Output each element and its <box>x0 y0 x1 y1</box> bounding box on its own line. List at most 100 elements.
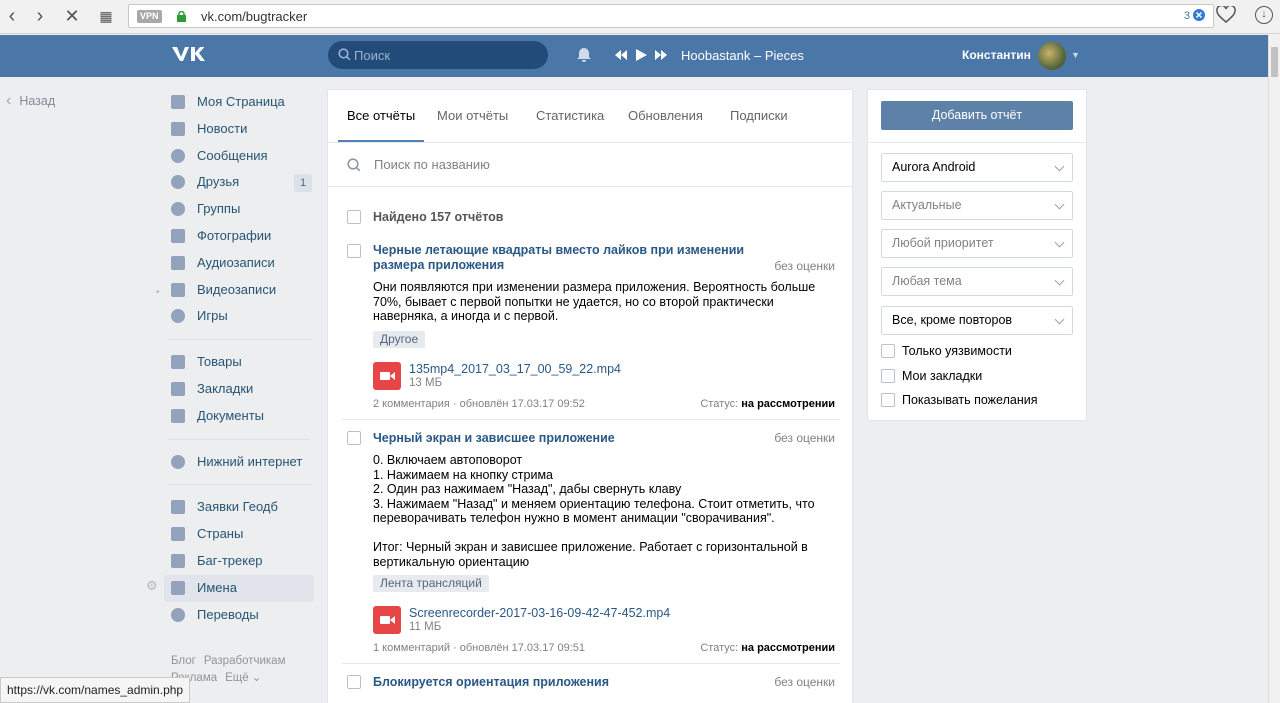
bell-icon[interactable] <box>576 47 592 63</box>
vk-logo-icon[interactable] <box>170 43 206 67</box>
select-all-checkbox[interactable] <box>347 210 361 224</box>
report-checkbox[interactable] <box>347 431 361 445</box>
nav-item-documents[interactable]: Документы <box>164 403 314 430</box>
briefcase-icon <box>171 553 185 568</box>
vpn-badge[interactable]: VPN <box>137 10 162 23</box>
camera-icon <box>171 228 185 243</box>
active-tab-indicator <box>338 140 424 142</box>
nav-item-friends[interactable]: Друзья 1 <box>164 169 314 196</box>
checkbox[interactable] <box>881 343 895 358</box>
report-rating: без оценки <box>774 431 835 445</box>
gear-icon[interactable]: ⚙ <box>146 578 158 594</box>
chevron-down-icon <box>1054 275 1065 286</box>
briefcase-icon <box>171 580 185 595</box>
report-title[interactable]: Черные летающие квадраты вместо лайков п… <box>373 243 793 273</box>
reports-search-input[interactable] <box>374 155 774 173</box>
report-title[interactable]: Черный экран и зависшее приложение <box>373 431 793 446</box>
nav-item-bugtracker[interactable]: Баг-трекер <box>164 548 314 575</box>
footer-link-blog[interactable]: Блог <box>171 655 196 667</box>
header-search-input[interactable] <box>354 46 534 64</box>
comments-link[interactable]: 2 комментария <box>373 398 450 410</box>
nav-item-translations[interactable]: Переводы <box>164 602 314 629</box>
nav-item-groups[interactable]: Группы <box>164 196 314 223</box>
nav-item-market[interactable]: Товары <box>164 349 314 376</box>
report-checkbox[interactable] <box>347 675 361 689</box>
video-file-icon[interactable] <box>373 606 401 634</box>
priority-select[interactable]: Любой приоритет <box>881 229 1073 258</box>
url-text[interactable]: vk.com/bugtracker <box>201 9 307 24</box>
report-title[interactable]: Блокируется ориентация приложения <box>373 675 793 690</box>
nav-item-bookmarks[interactable]: Закладки <box>164 376 314 403</box>
nav-item-countries[interactable]: Страны <box>164 521 314 548</box>
search-icon <box>347 158 361 172</box>
play-icon[interactable] <box>636 49 647 61</box>
footer-link-developers[interactable]: Разработчикам <box>204 655 286 667</box>
nav-item-messages[interactable]: Сообщения <box>164 143 314 170</box>
stop-loading-icon[interactable]: ✕ <box>60 5 84 27</box>
comments-link[interactable]: 1 комментарий <box>373 642 450 654</box>
user-name[interactable]: Константин <box>962 48 1031 62</box>
nav-item-photos[interactable]: Фотографии <box>164 223 314 250</box>
tab-my-reports[interactable]: Мои отчёты <box>437 108 508 123</box>
attachment-name[interactable]: Screenrecorder-2017-03-16-09-42-47-452.m… <box>409 606 670 620</box>
nav-item-video[interactable]: Видеозаписи <box>164 277 314 304</box>
attachment-name[interactable]: 135mp4_2017_03_17_00_59_22.mp4 <box>409 362 621 376</box>
tab-subscriptions[interactable]: Подписки <box>730 108 788 123</box>
forward-arrow-icon[interactable]: › <box>28 5 52 27</box>
nav-item-names[interactable]: Имена <box>164 574 314 602</box>
nav-item-my-page[interactable]: Моя Страница <box>164 89 314 116</box>
header-search[interactable] <box>328 41 548 69</box>
nav-item-games[interactable]: Игры <box>164 303 314 330</box>
document-icon <box>171 408 185 423</box>
vk-header: Hoobastank – Pieces Константин ▼ <box>0 35 1268 77</box>
now-playing-track[interactable]: Hoobastank – Pieces <box>681 48 804 63</box>
address-bar[interactable]: VPN vk.com/bugtracker 3 <box>128 4 1214 28</box>
duplicates-select[interactable]: Все, кроме повторов <box>881 306 1073 335</box>
my-bookmarks-checkbox[interactable]: Мои закладки <box>881 368 982 384</box>
friends-count-badge: 1 <box>294 174 312 193</box>
nav-item-lower-internet[interactable]: Нижний интернет <box>164 449 314 476</box>
nav-item-news[interactable]: Новости <box>164 116 314 143</box>
only-vulnerabilities-checkbox[interactable]: Только уязвимости <box>881 343 1012 359</box>
briefcase-icon <box>171 527 185 542</box>
scrollbar-thumb[interactable] <box>1271 47 1278 77</box>
add-report-button[interactable]: Добавить отчёт <box>881 101 1073 130</box>
report-tag[interactable]: Другое <box>373 331 426 348</box>
report-checkbox[interactable] <box>347 244 361 258</box>
report-meta: 1 комментарий · обновлён 17.03.17 09:51 <box>373 642 586 654</box>
reports-search[interactable] <box>328 143 852 187</box>
checkbox[interactable] <box>881 368 895 383</box>
found-count: Найдено 157 отчётов <box>373 210 504 224</box>
video-file-icon[interactable] <box>373 362 401 390</box>
nav-item-geodb-requests[interactable]: Заявки Геодб <box>164 494 314 521</box>
topic-select[interactable]: Любая тема <box>881 267 1073 296</box>
next-track-icon[interactable] <box>655 50 667 60</box>
avatar[interactable] <box>1038 42 1066 70</box>
report-divider <box>342 663 840 664</box>
product-select[interactable]: Aurora Android <box>881 153 1073 182</box>
chevron-down-icon[interactable]: ▼ <box>1071 50 1080 60</box>
report-rating: без оценки <box>774 675 835 689</box>
nav-item-audio[interactable]: Аудиозаписи <box>164 250 314 277</box>
tab-all-reports[interactable]: Все отчёты <box>347 108 415 123</box>
back-arrow-icon[interactable]: ‹ <box>0 5 24 27</box>
chevron-down-icon <box>1054 237 1065 248</box>
download-icon[interactable]: ↓ <box>1255 6 1273 24</box>
extension-badge[interactable]: 3 <box>1184 9 1205 22</box>
tab-updates[interactable]: Обновления <box>628 108 703 123</box>
tab-statistics[interactable]: Статистика <box>536 108 604 123</box>
page-scrollbar[interactable] <box>1268 35 1280 703</box>
checkbox[interactable] <box>881 392 895 407</box>
chevron-down-icon <box>1054 199 1065 210</box>
updated-date: обновлён 17.03.17 09:52 <box>459 398 585 410</box>
status-select[interactable]: Актуальные <box>881 191 1073 220</box>
previous-track-icon[interactable] <box>615 50 627 60</box>
footer-link-more[interactable]: Ещё ⌄ <box>225 672 261 684</box>
apps-grid-icon[interactable]: ▦ <box>94 5 118 27</box>
attachment-size: 11 МБ <box>409 621 442 633</box>
panel-divider <box>868 142 1086 143</box>
show-wishes-checkbox[interactable]: Показывать пожелания <box>881 392 1037 408</box>
back-link[interactable]: ‹ Назад <box>6 92 55 110</box>
report-tag[interactable]: Лента трансляций <box>373 575 489 592</box>
heart-icon[interactable] <box>1216 6 1236 24</box>
